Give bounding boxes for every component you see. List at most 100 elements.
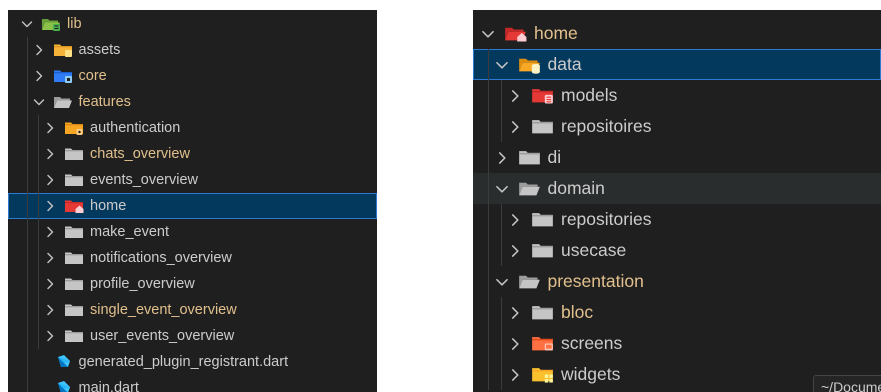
authentication-folder-icon	[64, 120, 84, 136]
tree-item-models[interactable]: models	[473, 80, 881, 111]
tree-item-label: features	[78, 94, 131, 110]
chevron-down-icon[interactable]	[493, 180, 511, 198]
tree-item-data[interactable]: data	[473, 49, 881, 80]
chevron-right-icon[interactable]	[506, 87, 524, 105]
tree-item-label: models	[561, 85, 618, 105]
folder-icon	[64, 172, 84, 188]
chevron-down-icon[interactable]	[493, 56, 511, 74]
tree-item-label: di	[547, 147, 562, 167]
dart-file-icon	[53, 354, 73, 370]
tree-item-core[interactable]: core	[8, 63, 377, 89]
tree-item-presentation[interactable]: presentation	[473, 266, 881, 297]
chevron-right-icon[interactable]	[506, 118, 524, 136]
tree-item-label: repositoires	[561, 116, 652, 136]
data-folder-open-icon	[518, 55, 541, 74]
home-folder-icon	[64, 198, 84, 214]
tree-item-bloc[interactable]: bloc	[473, 297, 881, 328]
tree-item-generated-plugin-registrant-dart[interactable]: generated_plugin_registrant.dart	[8, 349, 377, 375]
indent-guide	[501, 80, 502, 142]
indent-guide	[27, 37, 28, 392]
chevron-right-icon[interactable]	[506, 242, 524, 260]
folder-open-icon	[518, 179, 541, 198]
tree-item-label: authentication	[90, 120, 181, 136]
folder-icon	[531, 117, 554, 136]
tree-item-repositories[interactable]: repositories	[473, 204, 881, 235]
tree-item-label: bloc	[561, 302, 594, 322]
chevron-right-icon[interactable]	[493, 149, 511, 167]
tree-item-lib[interactable]: lib	[8, 11, 377, 37]
tree-item-screens[interactable]: screens	[473, 328, 881, 359]
folder-icon	[64, 224, 84, 240]
folder-icon	[64, 146, 84, 162]
tree-item-assets[interactable]: assets	[8, 37, 377, 63]
tree-item-authentication[interactable]: authentication	[8, 115, 377, 141]
folder-icon	[64, 250, 84, 266]
dart-file-icon	[53, 380, 73, 392]
tree-item-label: home	[90, 198, 127, 214]
chevron-right-icon[interactable]	[42, 328, 58, 344]
tree-item-label: notifications_overview	[90, 250, 232, 266]
chevron-right-icon[interactable]	[42, 276, 58, 292]
chevron-right-icon[interactable]	[42, 146, 58, 162]
chevron-down-icon[interactable]	[19, 16, 35, 32]
tree-item-make-event[interactable]: make_event	[8, 219, 377, 245]
folder-open-icon	[518, 272, 541, 291]
tree-item-home[interactable]: home	[8, 193, 377, 219]
chevron-right-icon[interactable]	[506, 304, 524, 322]
path-tooltip: ~/Documents	[813, 375, 881, 392]
tree-item-main-dart[interactable]: main.dart	[8, 375, 377, 392]
chevron-right-icon[interactable]	[42, 250, 58, 266]
tree-item-label: events_overview	[90, 172, 198, 188]
tree-item-repositoires[interactable]: repositoires	[473, 111, 881, 142]
folder-icon	[531, 303, 554, 322]
indent-guide	[38, 115, 39, 349]
tree-item-profile-overview[interactable]: profile_overview	[8, 271, 377, 297]
tree-item-single-event-overview[interactable]: single_event_overview	[8, 297, 377, 323]
tree-item-label: screens	[561, 333, 623, 353]
models-folder-icon	[531, 86, 554, 105]
tree-item-label: assets	[78, 42, 121, 58]
tree-item-label: single_event_overview	[90, 302, 237, 318]
folder-icon	[531, 241, 554, 260]
tree-item-di[interactable]: di	[473, 142, 881, 173]
tree-item-label: chats_overview	[90, 146, 190, 162]
chevron-right-icon[interactable]	[42, 172, 58, 188]
tree-item-label: presentation	[547, 271, 644, 291]
widgets-folder-icon	[531, 365, 554, 384]
folder-icon	[64, 302, 84, 318]
tree-item-label: home	[534, 23, 578, 43]
tree-item-label: make_event	[90, 224, 169, 240]
chevron-down-icon[interactable]	[493, 273, 511, 291]
tree-item-events-overview[interactable]: events_overview	[8, 167, 377, 193]
right-explorer-tree: home data models repositoires di domain reposi…	[473, 10, 881, 392]
tree-item-chats-overview[interactable]: chats_overview	[8, 141, 377, 167]
chevron-right-icon[interactable]	[506, 335, 524, 353]
screens-folder-icon	[531, 334, 554, 353]
chevron-down-icon[interactable]	[479, 25, 497, 43]
tree-item-domain[interactable]: domain	[473, 173, 881, 204]
tree-item-home[interactable]: home	[473, 18, 881, 49]
tree-item-usecase[interactable]: usecase	[473, 235, 881, 266]
chevron-right-icon[interactable]	[42, 224, 58, 240]
left-explorer-tree: lib assets core features authentication chats…	[8, 10, 377, 392]
tree-item-label: usecase	[561, 240, 627, 260]
tree-item-user-events-overview[interactable]: user_events_overview	[8, 323, 377, 349]
folder-icon	[64, 328, 84, 344]
tree-item-notifications-overview[interactable]: notifications_overview	[8, 245, 377, 271]
tree-item-features[interactable]: features	[8, 89, 377, 115]
chevron-right-icon[interactable]	[42, 302, 58, 318]
chevron-right-icon[interactable]	[42, 120, 58, 136]
chevron-right-icon[interactable]	[31, 68, 47, 84]
indent-guide	[488, 49, 489, 390]
tree-item-label: domain	[547, 178, 605, 198]
chevron-right-icon[interactable]	[506, 211, 524, 229]
chevron-right-icon[interactable]	[42, 198, 58, 214]
indent-guide	[501, 204, 502, 266]
folder-icon	[531, 210, 554, 229]
folder-icon	[64, 276, 84, 292]
folder-open-icon	[53, 94, 73, 110]
chevron-right-icon[interactable]	[506, 366, 524, 384]
chevron-right-icon[interactable]	[31, 42, 47, 58]
chevron-down-icon[interactable]	[31, 94, 47, 110]
